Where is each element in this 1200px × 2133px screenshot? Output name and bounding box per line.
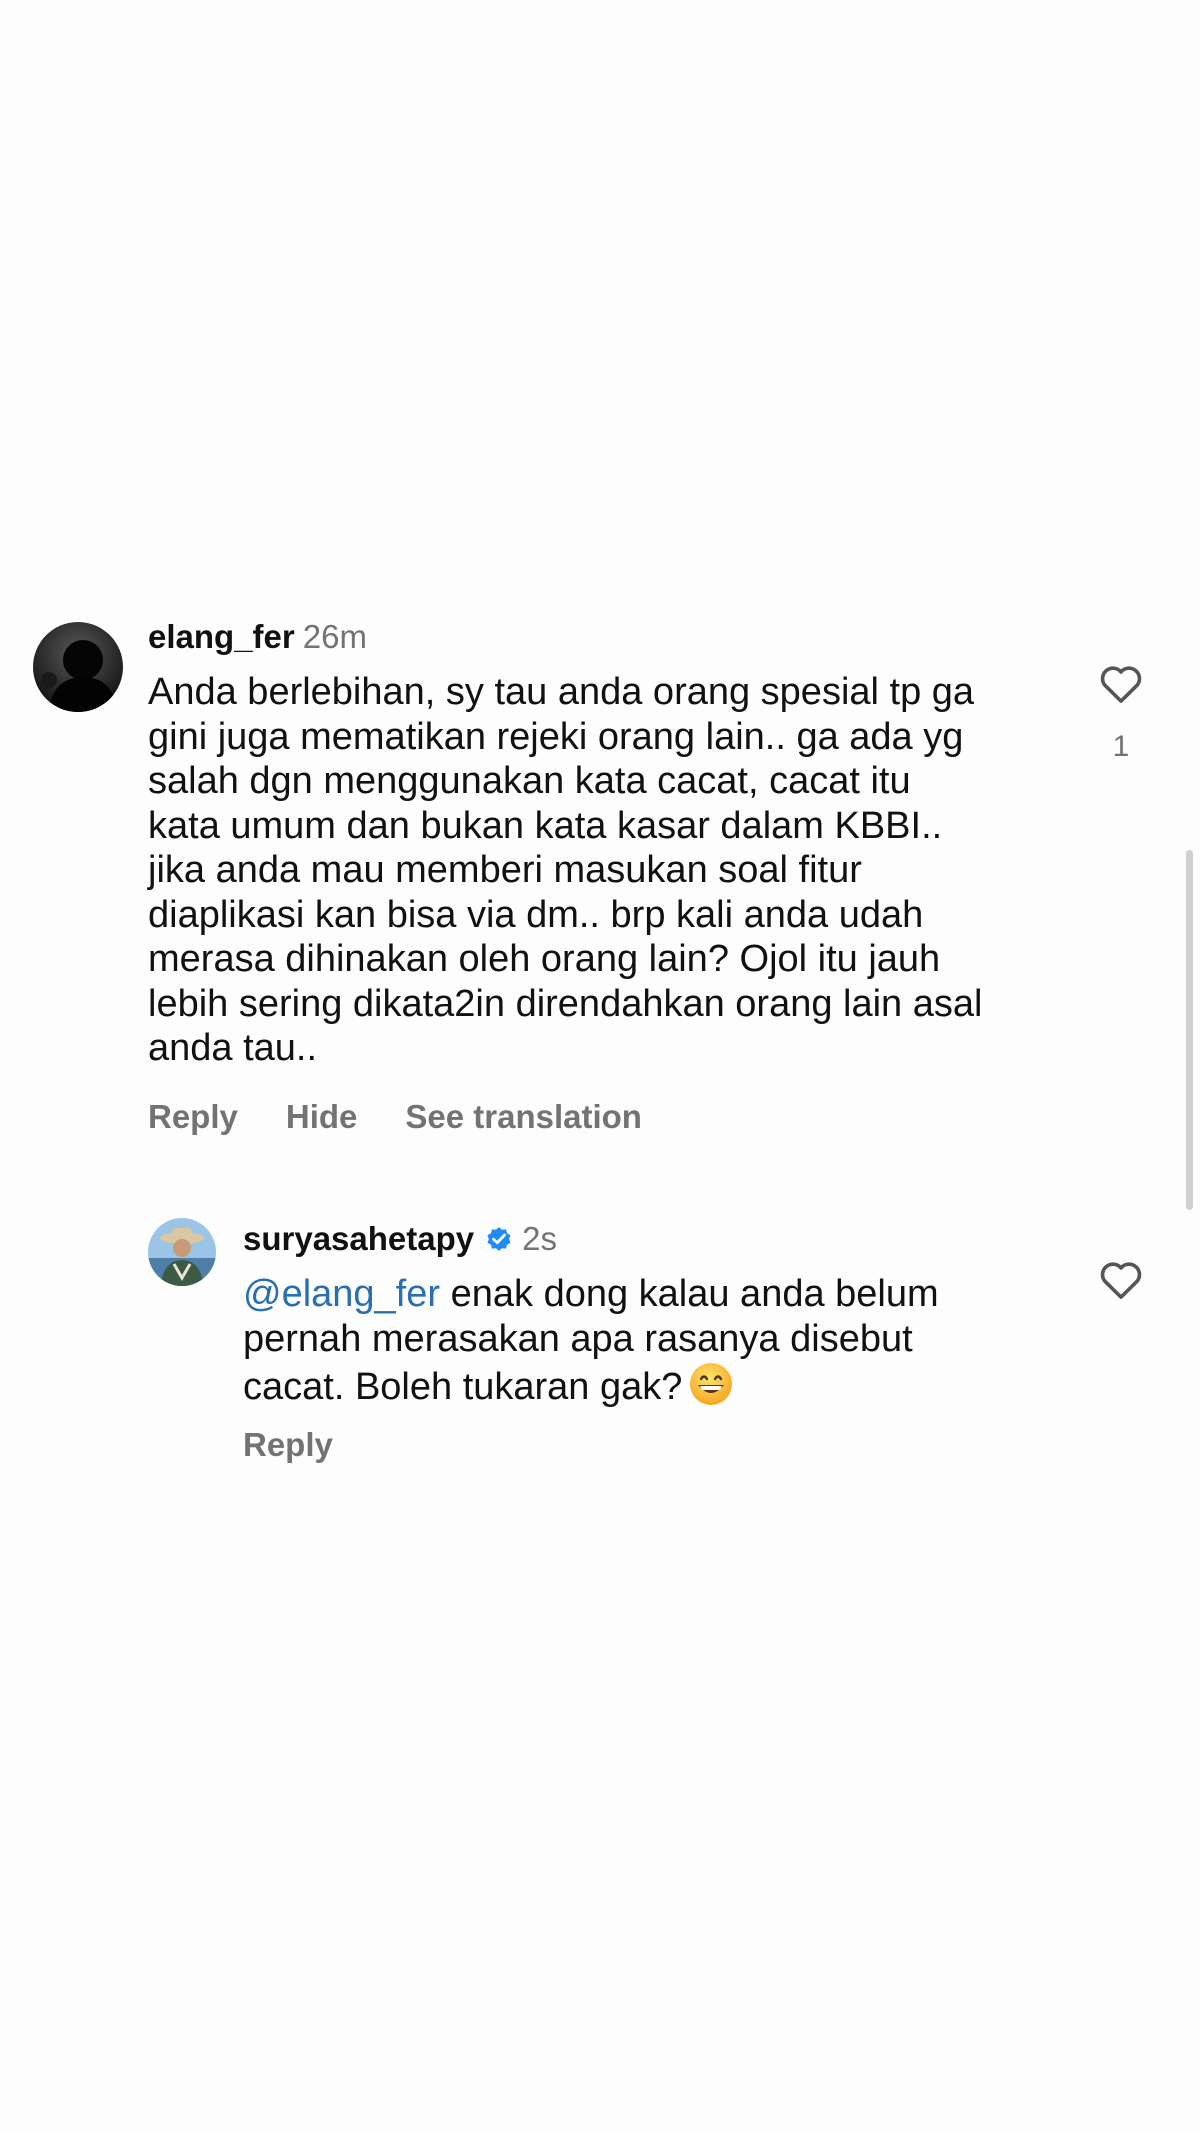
comment-line: diaplikasi kan bisa via dm.. brp kali an…: [148, 893, 924, 936]
comment-line: Anda berlebihan, sy tau anda orang spesi…: [148, 671, 975, 713]
reply-line: cacat. Boleh tukaran gak?: [243, 1361, 939, 1410]
avatar[interactable]: [148, 1218, 216, 1286]
verified-badge-icon: [484, 1224, 514, 1254]
like-count: 1: [1112, 730, 1130, 763]
scrollbar[interactable]: [1186, 850, 1193, 1210]
reply-line-text: cacat. Boleh tukaran gak?: [243, 1366, 683, 1408]
timestamp: 26m: [302, 618, 367, 655]
grinning-face-icon: [688, 1361, 734, 1407]
comment-line: jika anda mau memberi masukan soal fitur: [148, 849, 862, 891]
reply-line: pernah merasakan apa rasanya disebut: [243, 1317, 913, 1360]
mention-link[interactable]: @elang_fer: [243, 1273, 440, 1315]
comment-line: salah dgn menggunakan kata cacat, cacat …: [148, 760, 911, 802]
comment-header: elang_fer 26m: [148, 618, 367, 656]
heart-outline-icon[interactable]: [1098, 662, 1144, 709]
comment-line: lebih sering dikata2in direndahkan orang…: [148, 982, 983, 1025]
comment-actions: Reply Hide See translation: [148, 1098, 690, 1136]
see-translation-button[interactable]: See translation: [405, 1098, 642, 1136]
reply-button[interactable]: Reply: [148, 1098, 238, 1136]
comment-line: gini juga mematikan rejeki orang lain.. …: [148, 715, 964, 758]
heart-outline-icon[interactable]: [1098, 1258, 1144, 1305]
comment-line: merasa dihinakan oleh orang lain? Ojol i…: [148, 938, 941, 980]
reply-text: @elang_fer enak dong kalau anda belum pe…: [243, 1272, 939, 1410]
hide-button[interactable]: Hide: [286, 1098, 358, 1136]
username[interactable]: suryasahetapy: [243, 1220, 474, 1258]
reply-line-text: enak dong kalau anda belum: [440, 1273, 939, 1315]
timestamp: 2s: [522, 1220, 557, 1257]
reply-header: suryasahetapy 2s: [243, 1220, 557, 1258]
reply-actions: Reply: [243, 1426, 381, 1464]
avatar[interactable]: [33, 622, 123, 712]
reply-line: @elang_fer enak dong kalau anda belum: [243, 1272, 939, 1317]
comment-text: Anda berlebihan, sy tau anda orang spesi…: [148, 670, 982, 1071]
comment-line: anda tau..: [148, 1027, 318, 1069]
username[interactable]: elang_fer: [148, 618, 295, 656]
reply-button[interactable]: Reply: [243, 1426, 333, 1464]
comment-line: kata umum dan bukan kata kasar dalam KBB…: [148, 804, 943, 847]
